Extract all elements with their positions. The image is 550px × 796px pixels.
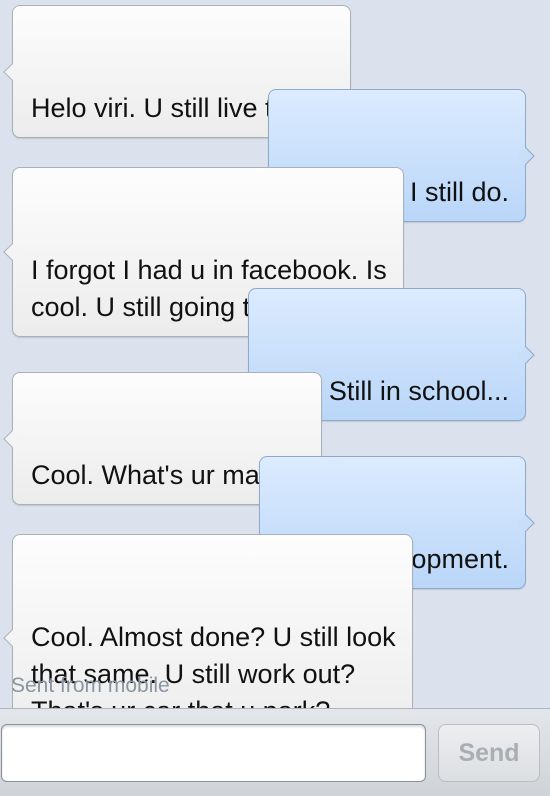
- bubble-tail: [516, 513, 535, 532]
- message-input[interactable]: [1, 724, 426, 782]
- bubble-tail: [3, 628, 22, 647]
- bubble-tail: [516, 345, 535, 364]
- bubble-tail: [516, 146, 535, 165]
- composer-bar: Send: [0, 708, 550, 796]
- bubble-tail: [3, 242, 22, 262]
- bubble-tail: [3, 62, 22, 81]
- bubble-tail: [3, 429, 22, 448]
- message-thread: Helo viri. U still live there. Haha yea …: [0, 0, 550, 741]
- send-button[interactable]: Send: [438, 724, 540, 782]
- sent-from-label: Sent from mobile: [11, 674, 170, 697]
